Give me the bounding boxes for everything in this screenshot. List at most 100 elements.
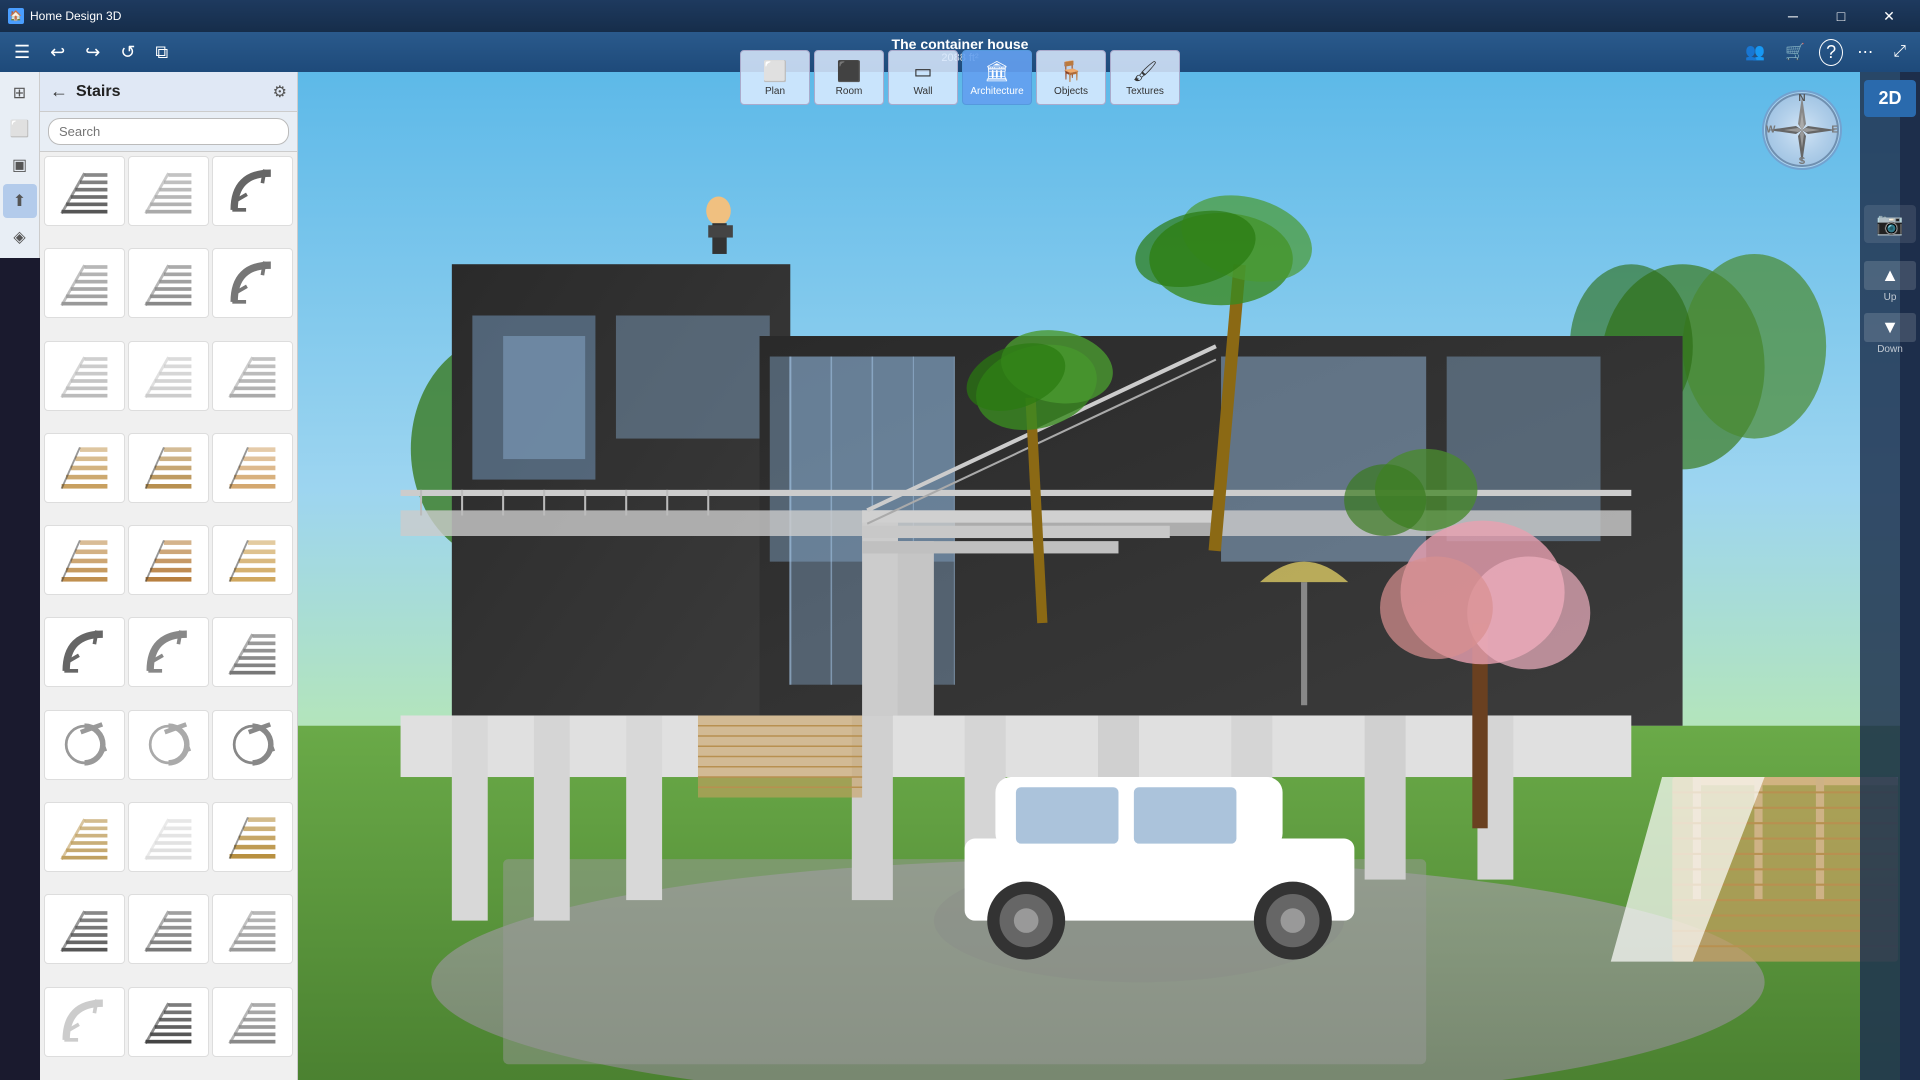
stair-preview-30 [225, 994, 280, 1049]
stair-item[interactable] [128, 617, 209, 687]
search-input[interactable] [48, 118, 289, 145]
undo-button[interactable]: ↩ [44, 38, 71, 67]
side-icon-stairs-mode[interactable]: ⬆ [3, 184, 37, 218]
mode-btn-wall[interactable]: ▭Wall [888, 50, 958, 105]
mode-btn-architecture[interactable]: 🏛Architecture [962, 50, 1032, 105]
mode-btn-plan[interactable]: ⬜ Plan [740, 50, 810, 105]
stair-preview-27 [225, 902, 280, 957]
cart-button[interactable]: 🛒 [1779, 38, 1811, 66]
expand-button[interactable]: ⤢ [1887, 39, 1912, 65]
stair-preview-12 [225, 440, 280, 495]
stair-item[interactable] [44, 987, 125, 1057]
stair-item[interactable] [44, 802, 125, 872]
stair-item[interactable] [44, 433, 125, 503]
compass-n: N [1798, 93, 1805, 104]
mode-btn-objects[interactable]: 🪑Objects [1036, 50, 1106, 105]
stair-preview-16 [57, 625, 112, 680]
search-bar [40, 112, 297, 152]
app-icon: 🏠 [8, 8, 24, 24]
stair-preview-21 [225, 717, 280, 772]
stair-preview-14 [141, 533, 196, 588]
compass-e: E [1831, 125, 1838, 136]
stair-preview-11 [141, 440, 196, 495]
top-nav-right: 👥 🛒 ? ⋯ ⤢ [1739, 38, 1912, 66]
up-button[interactable]: ▲ [1864, 261, 1916, 290]
items-grid [40, 152, 297, 1080]
stair-item[interactable] [128, 802, 209, 872]
stair-item[interactable] [212, 894, 293, 964]
stair-item[interactable] [212, 525, 293, 595]
mode-label-architecture: Architecture [970, 86, 1023, 97]
side-icon-objects-mode[interactable]: ◈ [3, 220, 37, 254]
users-button[interactable]: 👥 [1739, 38, 1771, 66]
mode-label-textures: Textures [1126, 86, 1164, 97]
sidebar-title: Stairs [76, 83, 273, 101]
minimize-button[interactable]: ─ [1770, 0, 1816, 32]
stair-preview-22 [57, 810, 112, 865]
stair-item[interactable] [128, 894, 209, 964]
menu-button[interactable]: ☰ [8, 38, 36, 67]
stair-item[interactable] [44, 341, 125, 411]
stair-item[interactable] [44, 248, 125, 318]
side-icon-walls[interactable]: ⬜ [3, 112, 37, 146]
close-button[interactable]: ✕ [1866, 0, 1912, 32]
view-2d-button[interactable]: 2D [1864, 80, 1916, 117]
copy-button[interactable]: ⧉ [149, 38, 174, 67]
stair-item[interactable] [212, 987, 293, 1057]
mode-label-room: Room [836, 86, 863, 97]
stair-item[interactable] [44, 617, 125, 687]
title-bar-left: 🏠 Home Design 3D [8, 8, 121, 24]
mode-icon-plan: ⬜ [763, 59, 788, 84]
side-icon-rooms[interactable]: ▣ [3, 148, 37, 182]
settings-button[interactable]: ⚙ [273, 82, 287, 102]
stair-preview-17 [141, 625, 196, 680]
refresh-button[interactable]: ↺ [114, 38, 141, 67]
down-button[interactable]: ▼ [1864, 313, 1916, 342]
stair-item[interactable] [44, 525, 125, 595]
stair-preview-18 [225, 625, 280, 680]
stair-item[interactable] [212, 248, 293, 318]
stair-preview-7 [57, 348, 112, 403]
maximize-button[interactable]: □ [1818, 0, 1864, 32]
stair-item[interactable] [212, 341, 293, 411]
stair-preview-13 [57, 533, 112, 588]
stair-item[interactable] [44, 710, 125, 780]
stair-item[interactable] [128, 525, 209, 595]
camera-button[interactable]: 📷 [1864, 205, 1916, 243]
stair-preview-5 [141, 256, 196, 311]
stair-item[interactable] [212, 802, 293, 872]
stair-item[interactable] [128, 987, 209, 1057]
stair-item[interactable] [128, 341, 209, 411]
stair-preview-28 [57, 994, 112, 1049]
window-controls: ─ □ ✕ [1770, 0, 1912, 32]
redo-button[interactable]: ↪ [79, 38, 106, 67]
stair-preview-10 [57, 440, 112, 495]
main-view[interactable] [298, 72, 1900, 1080]
mode-label-plan: Plan [765, 86, 785, 97]
back-button[interactable]: ← [50, 81, 68, 102]
stair-item[interactable] [128, 248, 209, 318]
stair-preview-3 [225, 164, 280, 219]
stair-preview-9 [225, 348, 280, 403]
stair-item[interactable] [212, 710, 293, 780]
nav-arrows: ▲ Up ▼ Down [1864, 261, 1916, 355]
help-button[interactable]: ? [1819, 39, 1843, 66]
more-button[interactable]: ⋯ [1851, 38, 1879, 66]
stair-preview-4 [57, 256, 112, 311]
stair-preview-15 [225, 533, 280, 588]
right-panel: 2D 📷 ▲ Up ▼ Down [1860, 72, 1920, 1080]
stair-item[interactable] [212, 433, 293, 503]
stair-item[interactable] [212, 617, 293, 687]
mode-label-wall: Wall [913, 86, 932, 97]
stair-item[interactable] [128, 433, 209, 503]
stair-item[interactable] [128, 710, 209, 780]
side-icon-floor-plan[interactable]: ⊞ [3, 76, 37, 110]
stair-item[interactable] [128, 156, 209, 226]
stair-item[interactable] [212, 156, 293, 226]
mode-btn-room[interactable]: ⬛Room [814, 50, 884, 105]
stair-item[interactable] [44, 894, 125, 964]
stair-item[interactable] [44, 156, 125, 226]
stair-preview-8 [141, 348, 196, 403]
mode-btn-textures[interactable]: 🖌Textures [1110, 50, 1180, 105]
mode-label-objects: Objects [1054, 86, 1088, 97]
